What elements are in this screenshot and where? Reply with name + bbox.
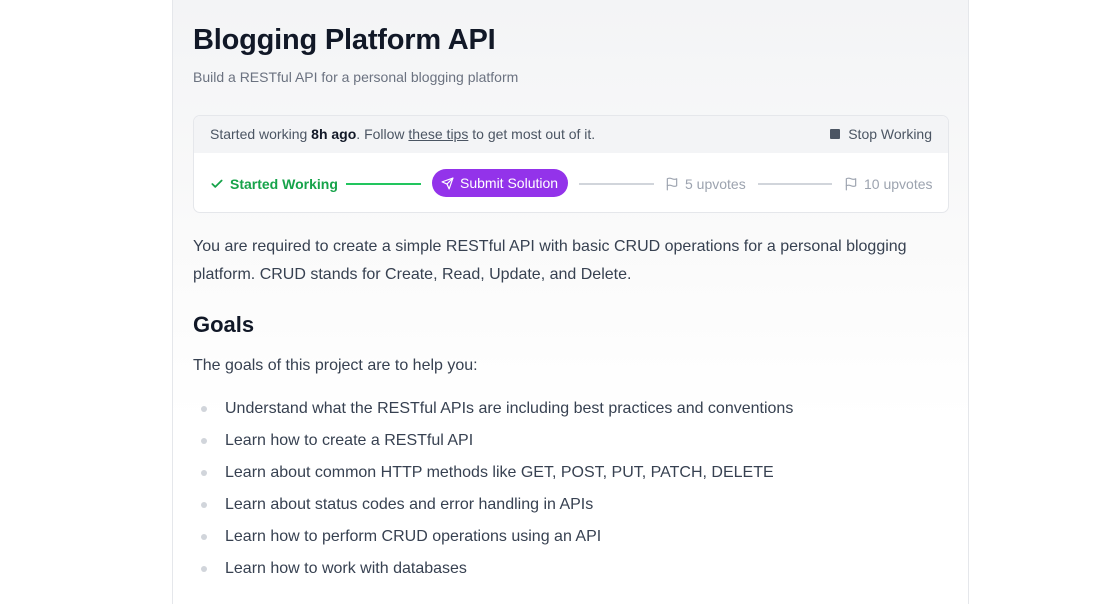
stop-working-button[interactable]: Stop Working [830,126,932,142]
status-mid: . Follow [356,126,405,142]
goal-item: Learn how to create a RESTful API [193,425,793,457]
step-connector-pending-1 [579,183,654,185]
goal-item: Learn how to perform CRUD operations usi… [193,521,793,553]
bullet-icon [201,502,207,508]
bullet-icon [201,470,207,476]
goals-heading: Goals [193,312,255,337]
check-icon [210,177,224,191]
flag-icon [665,177,679,191]
progress-steps: Started Working Submit Solution 5 upvote… [194,153,948,212]
bullet-icon [201,438,207,444]
tips-link[interactable]: these tips [408,126,468,142]
project-description: You are required to create a simple REST… [193,238,907,283]
status-bar: Started working 8h ago. Follow these tip… [194,116,948,153]
status-text: Started working 8h ago. Follow these tip… [210,126,595,142]
step-connector-done [346,183,421,185]
progress-card: Started working 8h ago. Follow these tip… [193,115,949,213]
stop-working-label: Stop Working [848,126,932,142]
step-10-upvotes: 10 upvotes [844,153,933,212]
project-page: Blogging Platform API Build a RESTful AP… [172,0,969,604]
bullet-icon [201,534,207,540]
goal-text: Learn how to create a RESTful API [225,432,474,449]
submit-solution-label: Submit Solution [460,175,559,191]
goal-item: Learn about status codes and error handl… [193,489,793,521]
goal-text: Learn about common HTTP methods like GET… [225,464,774,481]
goals-list: Understand what the RESTful APIs are inc… [193,393,793,585]
bullet-icon [201,406,207,412]
step-started-label: Started Working [230,175,338,192]
status-elapsed: 8h ago [311,126,357,142]
goal-item: Learn about common HTTP methods like GET… [193,457,793,489]
goal-text: Understand what the RESTful APIs are inc… [225,400,794,417]
step-5-upvotes-label: 5 upvotes [685,175,746,192]
page-subtitle: Build a RESTful API for a personal blogg… [193,69,519,85]
step-connector-pending-2 [758,183,832,185]
goal-text: Learn how to perform CRUD operations usi… [225,528,602,545]
step-10-upvotes-label: 10 upvotes [864,175,933,192]
step-started-working: Started Working [210,153,338,212]
step-5-upvotes: 5 upvotes [665,153,746,212]
status-prefix: Started working [210,126,308,142]
goal-item: Understand what the RESTful APIs are inc… [193,393,793,425]
bullet-icon [201,566,207,572]
stop-square-icon [830,129,841,139]
goal-item: Learn how to work with databases [193,553,793,585]
status-suffix: to get most out of it. [472,126,596,142]
goal-text: Learn about status codes and error handl… [225,496,594,513]
flag-icon [844,177,858,191]
send-icon [441,176,454,190]
goals-intro: The goals of this project are to help yo… [193,357,478,374]
submit-solution-button[interactable]: Submit Solution [432,169,569,197]
page-title: Blogging Platform API [193,24,496,56]
goal-text: Learn how to work with databases [225,560,467,577]
